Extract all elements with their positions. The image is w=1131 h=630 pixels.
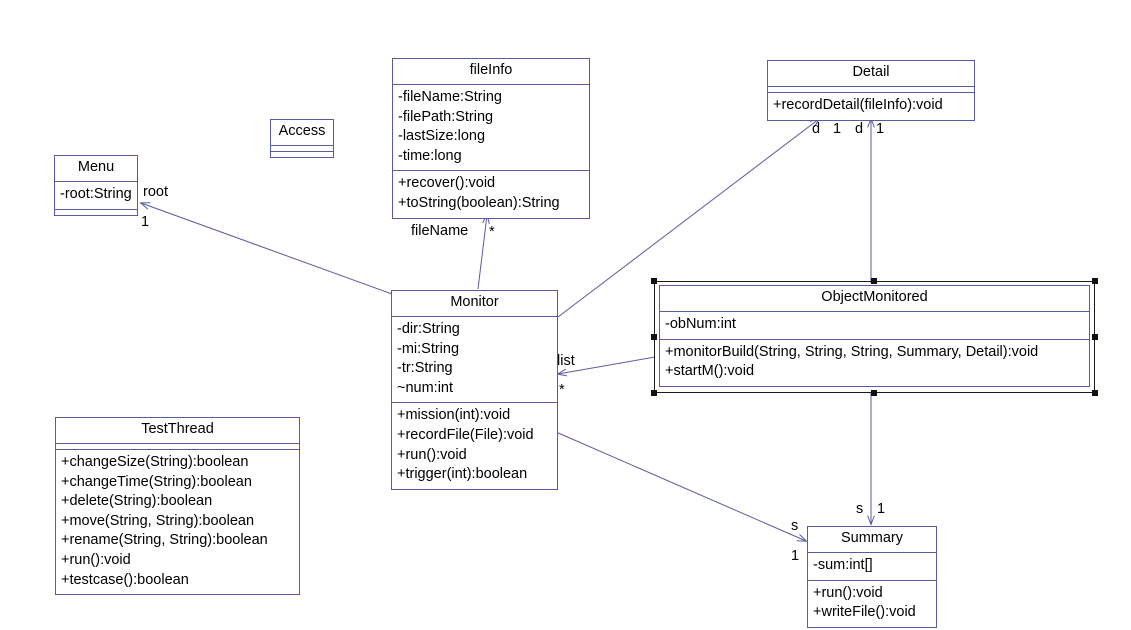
class-box-fileinfo[interactable]: fileInfo -fileName:String -filePath:Stri… — [392, 58, 590, 219]
class-title-menu: Menu — [55, 156, 137, 182]
edge-label-summary-top-multiplicity: 1 — [877, 501, 886, 517]
edge-label-summary-top-role: s — [856, 501, 864, 517]
class-methods-summary: +run():void +writeFile():void — [808, 581, 936, 627]
class-box-monitor[interactable]: Monitor -dir:String -mi:String -tr:Strin… — [391, 290, 558, 490]
edge-label-menu-role: root — [143, 184, 168, 200]
link-monitor-to-summary — [555, 431, 808, 542]
class-title-monitor: Monitor — [392, 291, 557, 317]
class-box-testthread[interactable]: TestThread +changeSize(String):boolean +… — [55, 417, 300, 596]
class-title-detail: Detail — [768, 61, 974, 87]
class-method-row: +testcase():boolean — [61, 571, 189, 588]
class-method-row: +toString(boolean):String — [398, 194, 560, 211]
class-box-summary[interactable]: Summary -sum:int[] +run():void +writeFil… — [807, 526, 937, 628]
class-method-row: +recordFile(File):void — [397, 426, 534, 443]
class-method-row: +run():void — [61, 551, 131, 568]
class-box-menu[interactable]: Menu -root:String — [54, 155, 138, 216]
class-methods-monitor: +mission(int):void +recordFile(File):voi… — [392, 403, 557, 488]
edge-label-detail-left-multiplicity: 1 — [833, 121, 842, 137]
selection-handle-middle-right[interactable] — [1092, 334, 1098, 340]
class-methods-fileinfo: +recover():void +toString(boolean):Strin… — [393, 171, 589, 217]
class-methods-menu — [55, 210, 137, 215]
class-attribute-row: -sum:int[] — [813, 556, 873, 573]
class-methods-detail: +recordDetail(fileInfo):void — [768, 93, 974, 120]
selection-handle-middle-left[interactable] — [651, 334, 657, 340]
class-attribute-row: -mi:String — [397, 340, 460, 357]
edge-label-filename-role: fileName — [411, 223, 469, 239]
class-attribute-row: -lastSize:long — [398, 128, 486, 145]
edge-label-summary-left-multiplicity: 1 — [791, 548, 800, 564]
class-title-objectmonitored: ObjectMonitored — [660, 286, 1089, 312]
class-attribute-row: -dir:String — [397, 320, 460, 337]
class-title-summary: Summary — [808, 527, 936, 553]
class-attributes-fileinfo: -fileName:String -filePath:String -lastS… — [393, 85, 589, 172]
class-attributes-monitor: -dir:String -mi:String -tr:String ~num:i… — [392, 317, 557, 404]
class-title-testthread: TestThread — [56, 418, 299, 444]
selection-handle-bottom-right[interactable] — [1092, 390, 1098, 396]
selection-handle-top-center[interactable] — [871, 278, 877, 284]
class-attributes-summary: -sum:int[] — [808, 553, 936, 581]
class-method-row: +changeTime(String):boolean — [61, 473, 252, 490]
edge-label-detail-right-role: d — [855, 121, 864, 137]
class-method-row: +mission(int):void — [397, 407, 511, 424]
selection-handle-bottom-center[interactable] — [871, 390, 877, 396]
class-method-row: +move(String, String):boolean — [61, 512, 255, 529]
class-method-row: +changeSize(String):boolean — [61, 453, 249, 470]
class-methods-testthread: +changeSize(String):boolean +changeTime(… — [56, 450, 299, 594]
edge-label-detail-left-role: d — [812, 121, 821, 137]
class-attribute-row: -obNum:int — [665, 315, 736, 332]
class-method-row: +recover():void — [398, 175, 496, 192]
class-attributes-menu: -root:String — [55, 182, 137, 210]
class-box-detail[interactable]: Detail +recordDetail(fileInfo):void — [767, 60, 975, 121]
class-method-row: +rename(String, String):boolean — [61, 532, 268, 549]
selection-handle-top-left[interactable] — [651, 278, 657, 284]
class-method-row: +startM():void — [665, 363, 755, 380]
class-method-row: +run():void — [397, 446, 467, 463]
class-method-row: +delete(String):boolean — [61, 493, 213, 510]
class-box-objectmonitored[interactable]: ObjectMonitored -obNum:int +monitorBuild… — [659, 285, 1090, 387]
class-method-row: +recordDetail(fileInfo):void — [773, 96, 943, 113]
class-attribute-row: -root:String — [60, 185, 132, 202]
edge-label-filename-multiplicity: * — [489, 224, 495, 240]
class-methods-access — [271, 152, 333, 157]
class-title-access: Access — [271, 120, 333, 146]
edge-label-menu-multiplicity: 1 — [141, 214, 150, 230]
class-attribute-row: -filePath:String — [398, 108, 494, 125]
edge-label-list-role: list — [557, 353, 575, 369]
uml-diagram-canvas: Menu -root:String Access fileInfo -fileN… — [0, 0, 1131, 630]
edge-label-detail-right-multiplicity: 1 — [876, 121, 885, 137]
class-attribute-row: -time:long — [398, 147, 462, 164]
class-method-row: +monitorBuild(String, String, String, Su… — [665, 343, 1039, 360]
class-attribute-row: -tr:String — [397, 360, 453, 377]
link-monitor-to-menu — [139, 202, 393, 295]
class-attribute-row: ~num:int — [397, 379, 454, 396]
class-attributes-objectmonitored: -obNum:int — [660, 312, 1089, 340]
edge-label-summary-left-role: s — [791, 518, 799, 534]
class-method-row: +trigger(int):boolean — [397, 466, 528, 483]
selection-handle-top-right[interactable] — [1092, 278, 1098, 284]
class-title-fileinfo: fileInfo — [393, 59, 589, 85]
link-monitor-to-fileinfo — [477, 213, 490, 290]
class-method-row: +writeFile():void — [813, 604, 916, 621]
class-method-row: +run():void — [813, 584, 883, 601]
class-box-access[interactable]: Access — [270, 119, 334, 158]
class-methods-objectmonitored: +monitorBuild(String, String, String, Su… — [660, 340, 1089, 386]
edge-label-list-multiplicity: * — [559, 382, 565, 398]
class-attribute-row: -fileName:String — [398, 88, 502, 105]
selection-handle-bottom-left[interactable] — [651, 390, 657, 396]
